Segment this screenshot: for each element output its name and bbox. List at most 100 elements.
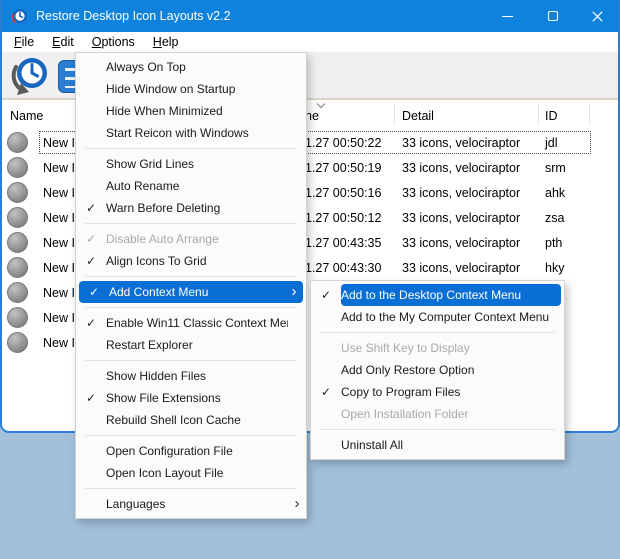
layout-orb-icon[interactable]	[7, 157, 28, 178]
menu-item-auto-rename[interactable]: Auto Rename	[76, 175, 306, 197]
menu-item-add-to-the-desktop-context-menu[interactable]: ✓Add to the Desktop Context Menu	[311, 284, 564, 306]
menu-item-add-to-the-my-computer-context-menu[interactable]: Add to the My Computer Context Menu	[311, 306, 564, 328]
column-divider[interactable]	[589, 104, 590, 126]
menu-item-align-icons-to-grid[interactable]: ✓Align Icons To Grid	[76, 250, 306, 272]
menu-item-label: Use Shift Key to Display	[341, 341, 546, 355]
menu-separator	[85, 276, 297, 277]
menu-item-hide-when-minimized[interactable]: Hide When Minimized	[76, 100, 306, 122]
submenu-arrow-icon: ›	[285, 282, 303, 302]
menu-item-rebuild-shell-icon-cache[interactable]: Rebuild Shell Icon Cache	[76, 409, 306, 431]
menu-item-open-icon-layout-file[interactable]: Open Icon Layout File	[76, 462, 306, 484]
menu-item-show-file-extensions[interactable]: ✓Show File Extensions	[76, 387, 306, 409]
menu-item-use-shift-key-to-display[interactable]: Use Shift Key to Display	[311, 337, 564, 359]
column-header-detail[interactable]: Detail	[402, 109, 434, 123]
column-header-id[interactable]: ID	[545, 109, 558, 123]
column-divider[interactable]	[394, 104, 395, 126]
menu-item-open-configuration-file[interactable]: Open Configuration File	[76, 440, 306, 462]
menu-item-add-only-restore-option[interactable]: Add Only Restore Option	[311, 359, 564, 381]
menu-item-label: Copy to Program Files	[341, 385, 546, 399]
cell-name: New I	[43, 211, 75, 225]
menubar: FileEditOptionsHelp	[2, 32, 618, 52]
menu-item-add-context-menu[interactable]: ✓Add Context Menu›	[79, 281, 303, 303]
menu-item-label: Add Only Restore Option	[341, 363, 546, 377]
menu-separator	[85, 360, 297, 361]
menu-item-label: Disable Auto Arrange	[106, 232, 288, 246]
menubar-item-options[interactable]: Options	[83, 33, 144, 51]
menu-item-languages[interactable]: Languages›	[76, 493, 306, 515]
check-icon: ✓	[76, 250, 106, 272]
menu-item-hide-window-on-startup[interactable]: Hide Window on Startup	[76, 78, 306, 100]
menubar-item-help[interactable]: Help	[144, 33, 188, 51]
layout-orb-icon[interactable]	[7, 182, 28, 203]
menu-item-label: Restart Explorer	[106, 338, 288, 352]
cell-id: pth	[545, 236, 562, 250]
check-icon: ✓	[311, 381, 341, 403]
cell-id: hky	[545, 261, 564, 275]
minimize-button[interactable]	[485, 0, 530, 32]
maximize-button[interactable]	[530, 0, 575, 32]
menu-separator	[85, 488, 297, 489]
menu-item-enable-win11-classic-context-menu[interactable]: ✓Enable Win11 Classic Context Menu	[76, 312, 306, 334]
cell-detail: 33 icons, velociraptor	[402, 136, 520, 150]
menu-item-restart-explorer[interactable]: Restart Explorer	[76, 334, 306, 356]
cell-name: New I	[43, 186, 75, 200]
add-context-menu-submenu: ✓Add to the Desktop Context MenuAdd to t…	[310, 280, 565, 460]
cell-name: New I	[43, 136, 75, 150]
cell-id: srm	[545, 161, 566, 175]
menu-item-always-on-top[interactable]: Always On Top	[76, 56, 306, 78]
menu-item-label: Enable Win11 Classic Context Menu	[106, 316, 288, 330]
check-icon: ✓	[76, 312, 106, 334]
menu-item-copy-to-program-files[interactable]: ✓Copy to Program Files	[311, 381, 564, 403]
menubar-item-edit[interactable]: Edit	[43, 33, 83, 51]
layout-orb-icon[interactable]	[7, 282, 28, 303]
cell-name: New I	[43, 236, 75, 250]
menu-item-show-hidden-files[interactable]: Show Hidden Files	[76, 365, 306, 387]
column-header-name[interactable]: Name	[10, 109, 43, 123]
menu-item-start-reicon-with-windows[interactable]: Start Reicon with Windows	[76, 122, 306, 144]
check-icon: ✓	[311, 284, 341, 306]
close-button[interactable]	[575, 0, 620, 32]
cell-detail: 33 icons, velociraptor	[402, 186, 520, 200]
minimize-icon	[502, 16, 513, 17]
layout-orb-icon[interactable]	[7, 207, 28, 228]
close-icon	[592, 11, 603, 22]
submenu-arrow-icon: ›	[288, 494, 306, 514]
menu-item-uninstall-all[interactable]: Uninstall All	[311, 434, 564, 456]
menu-item-label: Open Installation Folder	[341, 407, 546, 421]
menu-item-label: Auto Rename	[106, 179, 288, 193]
menu-item-label: Show Hidden Files	[106, 369, 288, 383]
menu-separator	[85, 223, 297, 224]
cell-id: zsa	[545, 211, 564, 225]
cell-id: ahk	[545, 186, 565, 200]
cell-date: 1.27 00:43:30	[305, 261, 381, 275]
layout-orb-icon[interactable]	[7, 332, 28, 353]
check-icon: ✓	[79, 281, 109, 303]
cell-name: New I	[43, 261, 75, 275]
titlebar[interactable]: Restore Desktop Icon Layouts v2.2	[0, 0, 620, 32]
menu-item-label: Uninstall All	[341, 438, 546, 452]
cell-detail: 33 icons, velociraptor	[402, 261, 520, 275]
menu-separator	[320, 332, 555, 333]
menu-item-show-grid-lines[interactable]: Show Grid Lines	[76, 153, 306, 175]
menu-item-open-installation-folder[interactable]: Open Installation Folder	[311, 403, 564, 425]
cell-date: 1.27 00:50:19	[305, 161, 381, 175]
column-divider[interactable]	[538, 104, 539, 126]
layout-orb-icon[interactable]	[7, 232, 28, 253]
cell-detail: 33 icons, velociraptor	[402, 236, 520, 250]
menu-item-label: Add to the Desktop Context Menu	[341, 288, 543, 302]
layout-orb-icon[interactable]	[7, 307, 28, 328]
menubar-item-file[interactable]: File	[5, 33, 43, 51]
menu-item-warn-before-deleting[interactable]: ✓Warn Before Deleting	[76, 197, 306, 219]
check-icon: ✓	[76, 197, 106, 219]
menu-item-label: Show Grid Lines	[106, 157, 288, 171]
column-header-date-time[interactable]: ne	[305, 109, 319, 123]
cell-name: New I	[43, 311, 75, 325]
layout-orb-icon[interactable]	[7, 257, 28, 278]
window-title: Restore Desktop Icon Layouts v2.2	[36, 9, 231, 23]
menu-item-label: Always On Top	[106, 60, 288, 74]
menu-item-label: Open Icon Layout File	[106, 466, 288, 480]
restore-clock-logo-button[interactable]	[9, 55, 51, 97]
menu-item-disable-auto-arrange[interactable]: ✓Disable Auto Arrange	[76, 228, 306, 250]
layout-orb-icon[interactable]	[7, 132, 28, 153]
cell-name: New I	[43, 336, 75, 350]
